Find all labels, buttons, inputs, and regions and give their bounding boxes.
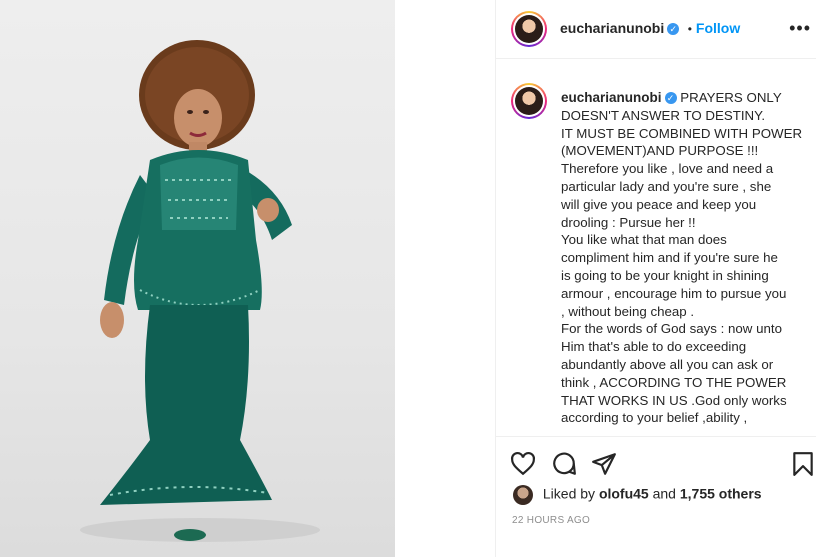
post-timestamp[interactable]: 22 HOURS AGO (512, 515, 590, 526)
header-user-row: eucharianunobi ✓ • Follow (560, 20, 740, 38)
caption-line: think , ACCORDING TO THE POWER (561, 374, 787, 390)
caption-line: For the words of God says : now unto (561, 321, 782, 337)
caption-line: (MOVEMENT)AND PURPOSE !!! (561, 143, 759, 159)
caption-line: armour , encourage him to pursue you (561, 285, 787, 301)
caption-username[interactable]: eucharianunobi (561, 90, 662, 105)
likes-and: and (652, 485, 676, 502)
comment-icon[interactable] (551, 451, 577, 477)
post-photo[interactable] (0, 0, 395, 557)
woman-in-green-dress-illustration (80, 40, 320, 542)
likes-user-link[interactable]: olofu45 (599, 486, 649, 502)
likes-summary: Liked by olofu45 and 1,755 others (513, 485, 762, 505)
likes-count-link[interactable]: 1,755 others (680, 486, 762, 502)
caption-line: , without being cheap . (561, 303, 695, 319)
header-username[interactable]: eucharianunobi (560, 20, 664, 36)
more-options-icon[interactable]: ••• (789, 18, 811, 39)
caption-line: is going to be your knight in shining (561, 267, 769, 283)
save-bookmark-icon[interactable] (790, 451, 816, 477)
caption-line: compliment him and if you're sure he (561, 250, 778, 266)
share-paper-plane-icon[interactable] (591, 451, 617, 477)
caption-line: You like what that man does (561, 232, 727, 248)
post-header: eucharianunobi ✓ • Follow ••• (496, 0, 816, 59)
post-caption: eucharianunobi ✓ PRAYERS ONLY DOESN'T ANS… (561, 89, 813, 427)
caption-line: DOESN'T ANSWER TO DESTINY. (561, 107, 766, 123)
caption-line: PRAYERS ONLY (680, 90, 782, 105)
follow-button[interactable]: Follow (696, 20, 740, 36)
caption-line: according to your belief ,ability , (561, 410, 748, 426)
caption-line: Him that's able to do exceeding (561, 339, 747, 355)
caption-line: abundantly above all you can ask or (561, 356, 774, 372)
profile-avatar[interactable] (511, 11, 547, 47)
caption-line: will give you peace and keep you (561, 196, 757, 212)
caption-verified-badge-icon: ✓ (664, 92, 677, 105)
caption-line: particular lady and you're sure , she (561, 178, 772, 194)
comments-area: eucharianunobi ✓ PRAYERS ONLY DOESN'T ANS… (496, 59, 816, 435)
likes-prefix: Liked by (542, 485, 596, 502)
post-actions: Liked by olofu45 and 1,755 others 22 HOU… (496, 436, 816, 558)
caption-line: drooling : Pursue her !! (561, 214, 696, 230)
caption-line: Therefore you like , love and need a (561, 161, 774, 177)
follow-separator: • (687, 22, 692, 36)
caption-avatar[interactable] (511, 83, 547, 119)
verified-badge-icon: ✓ (667, 22, 680, 35)
post-side-panel: eucharianunobi ✓ • Follow ••• eucharianuno… (495, 0, 816, 557)
caption-line: THAT WORKS IN US .God only works (561, 392, 787, 408)
caption-line: IT MUST BE COMBINED WITH POWER (561, 125, 803, 141)
like-heart-icon[interactable] (510, 451, 536, 477)
liker-avatar[interactable] (513, 485, 533, 505)
